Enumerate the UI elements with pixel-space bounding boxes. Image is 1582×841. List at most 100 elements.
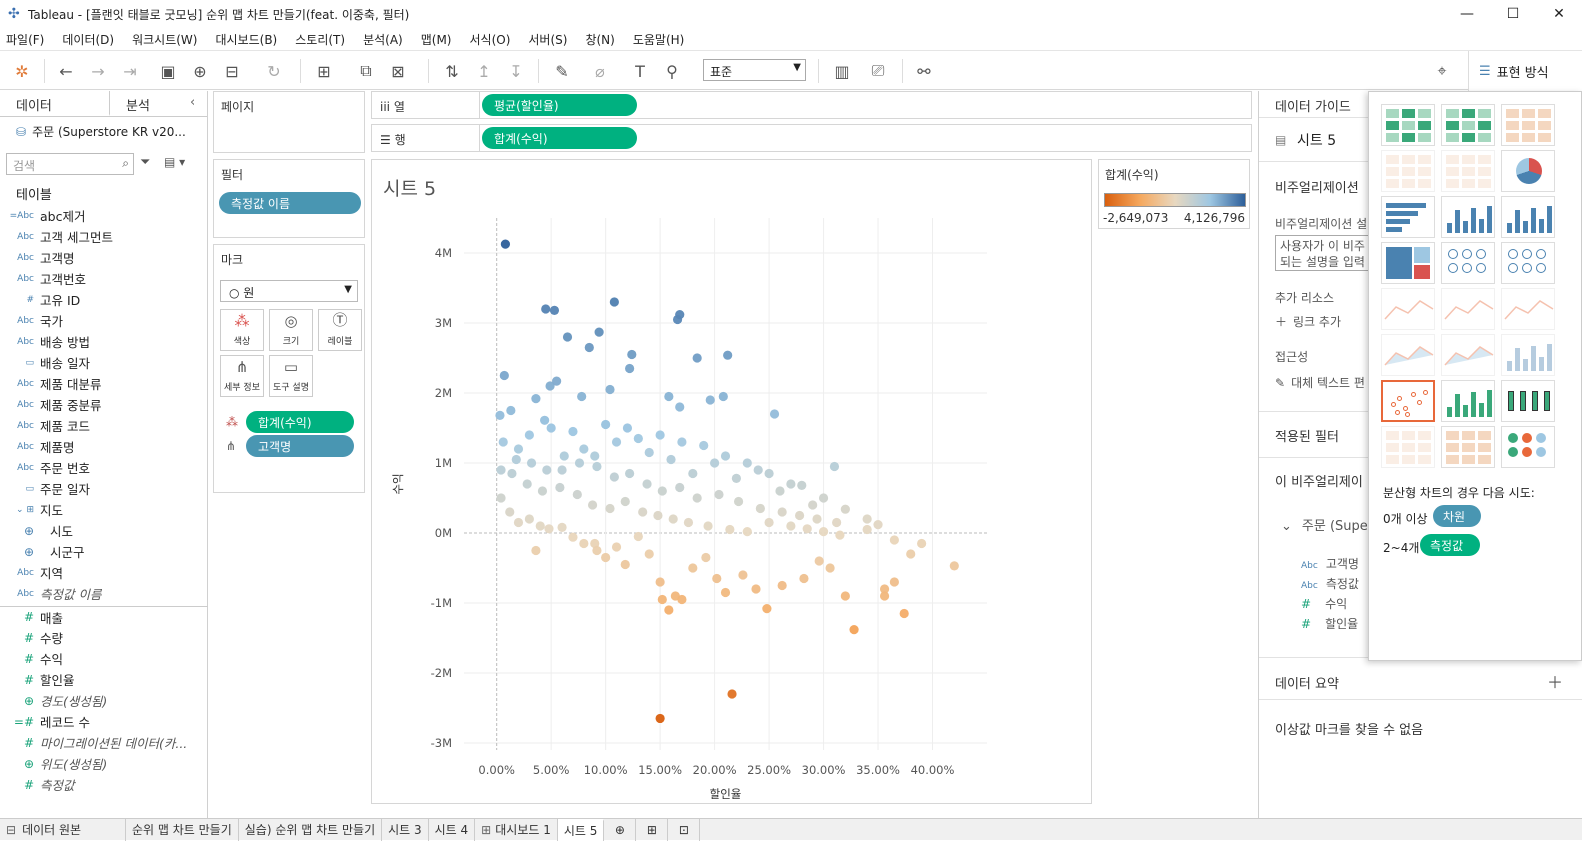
menu-dashboard[interactable]: 대시보드(B) [215,31,277,48]
fit-select[interactable]: 표준 ▼ [703,59,806,81]
field-item[interactable]: ⊕ 시군구 [0,541,208,562]
mark-type-select[interactable]: ○ 원 ▼ [220,280,358,302]
sheet-tab[interactable]: 실습) 순위 맵 차트 만들기 [239,818,383,841]
field-item[interactable]: Abc 고객번호 [0,268,208,289]
pin-axes-icon[interactable]: ⚲ [660,59,684,83]
field-item[interactable]: =# 레코드 수 [0,711,208,732]
field-item[interactable]: Abc 지역 [0,562,208,583]
new-datasource-icon[interactable]: ⊕ [188,59,212,83]
chart-type-sbar[interactable] [1441,196,1495,238]
show-labels-icon[interactable]: T [628,59,652,83]
field-item[interactable]: Abc 제품 중분류 [0,394,208,415]
menu-map[interactable]: 맵(M) [421,31,452,48]
sort-ascending-icon[interactable]: ↥ [472,59,496,83]
menu-window[interactable]: 창(N) [585,31,614,48]
menu-file[interactable]: 파일(F) [6,31,44,48]
marks-pill-color-profit[interactable]: 합계(수익) [246,411,354,433]
chart-type-scatter[interactable] [1381,380,1435,422]
detail-button[interactable]: ⋔ 세부 정보 [220,355,264,397]
chart-type-gantt[interactable] [1381,426,1435,468]
chart-type-vbar[interactable] [1501,196,1555,238]
field-item[interactable]: Abc 측정값 이름 [0,583,208,604]
menu-worksheet[interactable]: 워크시트(W) [132,31,197,48]
menu-story[interactable]: 스토리(T) [295,31,345,48]
maximize-button[interactable]: ☐ [1490,0,1536,28]
tab-analysis[interactable]: 분석 [110,91,166,116]
field-item[interactable]: Abc 국가 [0,310,208,331]
group-icon[interactable]: ⌀ [588,59,612,83]
minimize-button[interactable]: — [1444,0,1490,28]
show-me-tab[interactable]: ☰ 표현 방식 [1468,51,1582,91]
field-item[interactable]: ⊕ 위도(생성됨) [0,753,208,774]
sheet-tab-active[interactable]: 시트 5 [557,818,605,841]
tab-data[interactable]: 데이터 [0,91,110,116]
new-story-icon[interactable]: ⊡ [668,818,701,841]
guide-source-toggle[interactable]: ⌄ 주문 (Supe [1281,515,1368,534]
marks-format-icon[interactable]: ⌖ [1430,59,1454,83]
datasource-item[interactable]: ⛁ 주문 (Superstore KR v20... [16,123,186,140]
chart-type-circ2[interactable] [1501,242,1555,284]
refresh-icon[interactable]: ↻ [262,59,286,83]
field-item[interactable]: Abc 제품 코드 [0,415,208,436]
save-icon[interactable]: ▣ [156,59,180,83]
menu-format[interactable]: 서식(O) [470,31,511,48]
field-item[interactable]: ▭ 배송 일자 [0,352,208,373]
sheet-tab[interactable]: 시트 4 [429,818,476,841]
field-item[interactable]: # 마이그레이션된 데이터(카... [0,732,208,753]
replay-icon[interactable]: ⇥ [118,59,142,83]
sheet-tab[interactable]: 시트 3 [382,818,429,841]
search-input[interactable]: 검색 ⌕ [6,153,134,175]
presentation-mode-icon[interactable]: ⎚ [866,59,890,83]
tab-datasource[interactable]: ⊟ 데이터 원본 [0,818,126,841]
chart-type-area[interactable] [1381,334,1435,376]
sort-descending-icon[interactable]: ↧ [504,59,528,83]
field-item[interactable]: Abc 고객 세그먼트 [0,226,208,247]
chart-type-bubble[interactable] [1501,426,1555,468]
menu-data[interactable]: 데이터(D) [62,31,114,48]
sheet-tab[interactable]: 순위 맵 차트 만들기 [126,818,239,841]
dashboard-tab[interactable]: ⊞ 대시보드 1 [475,818,558,841]
chart-type-line3[interactable] [1501,288,1555,330]
field-item[interactable]: ⌄ ⊞ 지도 [0,499,208,520]
columns-shelf[interactable]: iii 열 평균(할인율) [371,91,1252,119]
field-item[interactable]: ⊕ 경도(생성됨) [0,690,208,711]
columns-pill-avg-discount[interactable]: 평균(할인율) [482,94,637,116]
rows-pill-sum-profit[interactable]: 합계(수익) [482,127,637,149]
pages-shelf[interactable]: 페이지 [213,91,365,153]
chart-type-box[interactable] [1501,380,1555,422]
chart-type-line[interactable] [1381,288,1435,330]
chart-type-map[interactable] [1381,150,1435,192]
field-item[interactable]: Abc 주문 번호 [0,457,208,478]
chart-type-hist[interactable] [1441,380,1495,422]
size-button[interactable]: ◎ 크기 [269,309,313,351]
chart-type-circ[interactable] [1441,242,1495,284]
new-worksheet-icon[interactable]: ⊕ [604,818,637,841]
filter-pill-measure-names[interactable]: 측정값 이름 [219,192,361,214]
share-icon[interactable]: ⚯ [912,59,936,83]
field-item[interactable]: Abc 제품 대분류 [0,373,208,394]
show-cards-icon[interactable]: ▥ [830,59,854,83]
field-item[interactable]: # 수익 [0,648,208,669]
view-options-icon[interactable]: ▤ ▾ [164,155,185,169]
field-item[interactable]: # 할인율 [0,669,208,690]
tooltip-button[interactable]: ▭ 도구 설명 [269,355,313,397]
chart-type-map2[interactable] [1441,150,1495,192]
field-item[interactable]: # 수량 [0,627,208,648]
chart-type-area2[interactable] [1441,334,1495,376]
field-item[interactable]: Abc 제품명 [0,436,208,457]
undo-icon[interactable]: ← [54,59,78,83]
label-button[interactable]: Ⓣ 레이블 [318,309,362,351]
field-item[interactable]: ▭ 주문 일자 [0,478,208,499]
new-worksheet-icon[interactable]: ⊞ [312,59,336,83]
chart-type-pie[interactable] [1501,150,1555,192]
chart-type-tree[interactable] [1381,242,1435,284]
pause-updates-icon[interactable]: ⊟ [220,59,244,83]
expand-plus-icon[interactable]: ＋ [1547,669,1563,693]
add-link-button[interactable]: ＋ 링크 추가 [1275,313,1341,330]
marks-pill-detail-customer[interactable]: 고객명 [246,435,354,457]
menu-analysis[interactable]: 분석(A) [363,31,403,48]
color-legend[interactable]: 합계(수익) -2,649,073 4,126,796 [1098,159,1250,229]
chart-type-dual[interactable] [1501,334,1555,376]
clear-sheet-icon[interactable]: ⊠ [386,59,410,83]
chart-type-heat[interactable] [1441,104,1495,146]
